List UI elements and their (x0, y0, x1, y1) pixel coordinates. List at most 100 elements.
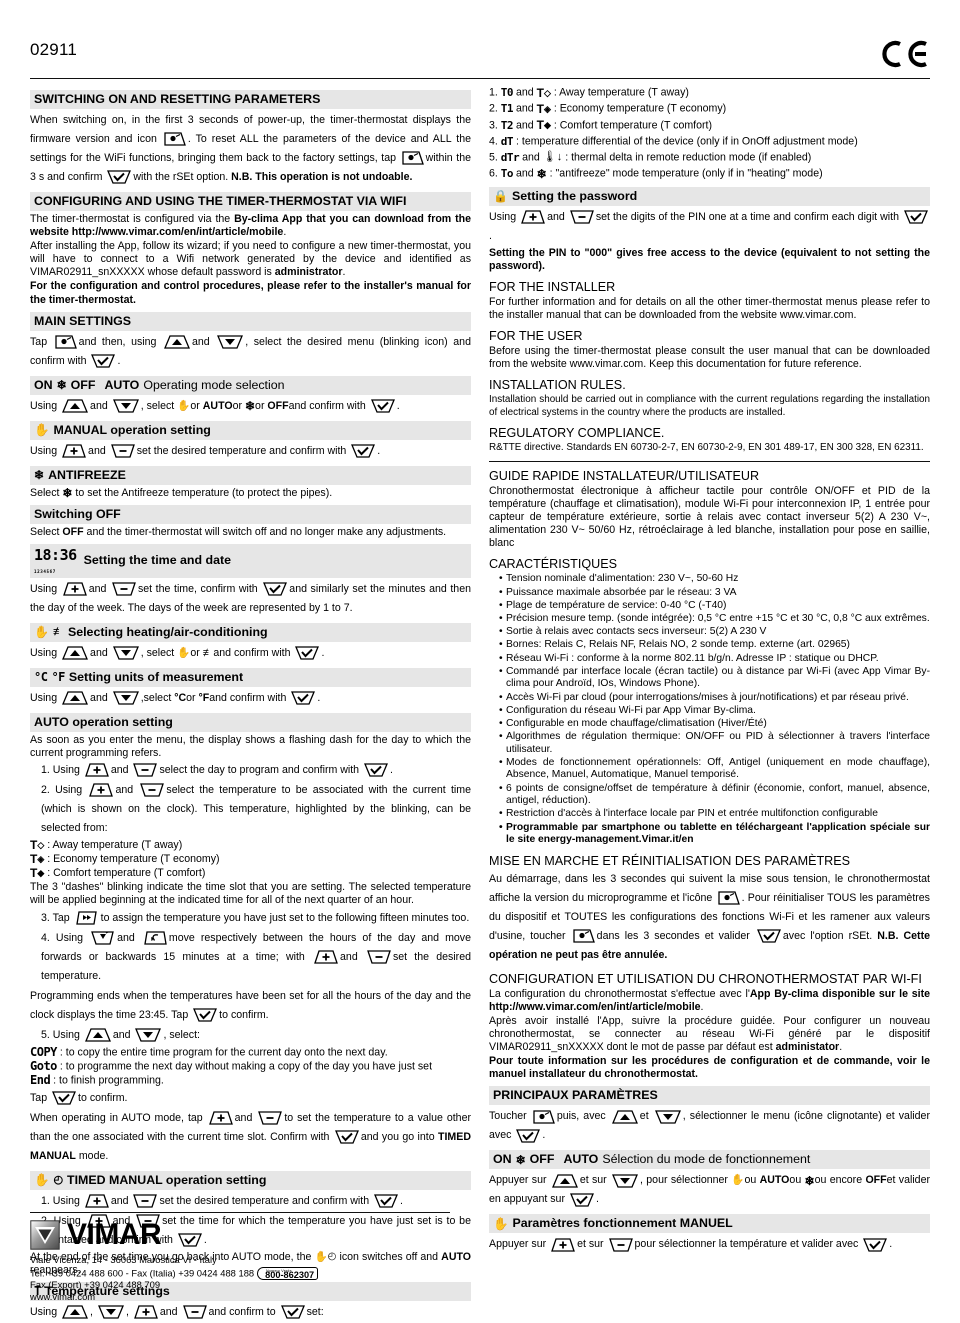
time-date-paragraph: Using and set the time, confirm with and… (30, 582, 471, 614)
hand-icon: ✋ (731, 1174, 745, 1187)
minus-key-icon (258, 1111, 283, 1125)
confirm-key-icon (280, 1305, 305, 1319)
right-column: 1. T0 and T◇ : Away temperature (T away)… (489, 85, 930, 1323)
heating-cooling-paragraph: Using and , select ✋or ≢and confirm with… (30, 646, 325, 660)
left-column: SWITCHING ON AND RESETTING PARAMETERS Wh… (30, 85, 471, 1323)
param-code-lcd: T1 (500, 102, 514, 116)
section-units-header: °C °F Setting units of measurement (30, 667, 471, 687)
list-item: Réseau Wi-Fi : conforme à la norme 802.1… (499, 653, 930, 666)
wifi-key-icon (573, 929, 595, 943)
t-away-symbol: T◇ (536, 85, 551, 100)
plus-key-icon (314, 950, 338, 964)
page-footer: VIMAR Viale Vicenza, 14 - 36063 Marostic… (30, 1212, 450, 1303)
fr-config-paragraph: La configuration du chronothermostat s'e… (489, 987, 930, 1013)
company-website: www.vimar.com (30, 1291, 96, 1303)
configuring-wifi-paragraph: The timer-thermostat is configured via t… (30, 213, 471, 239)
confirm-key-icon (351, 444, 376, 458)
minus-key-icon (608, 1238, 633, 1252)
up-key-icon (84, 1028, 111, 1042)
up-key-icon (62, 1305, 89, 1319)
confirm-key-icon (334, 1130, 359, 1144)
plus-key-icon (62, 444, 86, 458)
fr-section-mode-header: ON ❄ OFF AUTO Sélection du mode de fonct… (489, 1150, 930, 1170)
for-user-paragraph: Before using the timer-thermostat please… (489, 345, 930, 371)
fr-guide-heading: GUIDE RAPIDE INSTALLATEUR/UTILISATEUR (489, 468, 760, 483)
cooling-fan-icon: ≢ (202, 646, 214, 659)
antifreeze-paragraph: Select ❄ to set the Antifreeze temperatu… (30, 485, 333, 500)
auto-step-2: 2. Using and select the temperature to b… (41, 783, 471, 835)
t-comfort-symbol: T◆ (536, 118, 551, 133)
down-key-icon (112, 399, 139, 413)
for-installer-paragraph: For further information and for details … (489, 295, 930, 322)
hand-icon: ✋ (177, 399, 191, 412)
snowflake-icon: ❄ (804, 1173, 815, 1188)
up-key-icon (62, 691, 89, 705)
temp-comfort-line: T◆ : Comfort temperature (T comfort) (30, 866, 206, 881)
snowflake-icon: ❄ (62, 485, 73, 500)
wifi-key-icon (401, 151, 424, 165)
up-key-icon (551, 1174, 578, 1188)
parameter-item: 5. dTr and 🌡↓ : thermal delta in remote … (489, 151, 812, 165)
down-key-icon (97, 1305, 124, 1319)
thermometer-down-icon: 🌡↓ (542, 151, 563, 164)
copy-option-line: COPY : to copy the entire time program f… (30, 1044, 388, 1059)
confirm-key-icon (291, 691, 316, 705)
auto-operation-intro: As soon as you enter the menu, the displ… (30, 733, 471, 759)
hand-icon: ✋ (34, 422, 50, 437)
document-page: 02911 SWITCHING ON AND RESETTING PARAMET… (0, 0, 960, 1319)
down-key-icon (217, 335, 244, 349)
list-item: Accès Wi-Fi par cloud (pour interrogatio… (499, 692, 930, 705)
plus-key-icon (551, 1238, 575, 1252)
copy-lcd-icon: COPY (30, 1044, 57, 1059)
list-item: Algorithmes de régulation thermique: ON/… (499, 731, 930, 756)
temp-economy-line: T◈ : Economy temperature (T economy) (30, 852, 220, 867)
confirm-key-icon (193, 1008, 218, 1022)
minus-key-icon (182, 1305, 207, 1319)
heating-flame-icon: ✋ (34, 625, 49, 640)
up-key-icon (62, 646, 89, 660)
fr-reset-paragraph: Au démarrage, dans les 3 secondes qui su… (489, 872, 931, 961)
list-item: Précision mesure temp. (sonde intégrée):… (499, 613, 930, 626)
regulatory-compliance-heading: REGULATORY COMPLIANCE. (489, 425, 665, 440)
auto-dashes-note: The 3 "dashes" blinking indicate the tim… (30, 881, 471, 907)
fr-section-manuel-header: ✋ Paramètres fonctionnement MANUEL (489, 1214, 930, 1234)
auto-step-4: 4. Using and move respectively between t… (41, 931, 471, 982)
vimar-logomark-icon (30, 1220, 60, 1251)
minus-key-icon (110, 444, 135, 458)
plus-key-icon (84, 763, 109, 777)
auto-step-1: 1. Using and select the day to program a… (41, 763, 393, 777)
plus-key-icon (84, 1194, 109, 1208)
plus-key-icon (208, 1111, 233, 1125)
list-item: Bornes: Relais C, Relais NF, Relais NO, … (499, 639, 930, 652)
minus-key-icon (367, 950, 391, 964)
section-timed-manual-header: ✋ ◴ TIMED MANUAL operation setting (30, 1170, 471, 1190)
vimar-logo: VIMAR (30, 1218, 450, 1252)
confirm-key-icon (107, 170, 132, 184)
list-item: Modes de fonctionnement opérationnels: O… (499, 757, 930, 782)
down-key-icon (112, 691, 139, 705)
minus-key-icon (133, 1194, 158, 1208)
parameter-item: 4. dT : temperature differential of the … (489, 134, 858, 148)
green-number-badge: Numero Verde 800-862307 (257, 1267, 319, 1281)
vimar-wordmark: VIMAR (67, 1218, 162, 1252)
installer-manual-note: For the configuration and control proced… (30, 280, 471, 306)
section-password-header: 🔒 Setting the password (489, 186, 930, 206)
confirm-key-icon (364, 763, 389, 777)
lcd-clock-icon: 18:36 1234567 (34, 546, 77, 574)
section-switching-off-header: Switching OFF (30, 504, 471, 524)
app-wizard-paragraph: After installing the App, follow its wiz… (30, 240, 471, 279)
page-header: 02911 (30, 40, 930, 74)
parameter-item: 3. T2 and T◆ : Comfort temperature (T co… (489, 118, 713, 133)
section-auto-operation-header: AUTO operation setting (30, 712, 471, 732)
minus-key-icon (140, 783, 165, 797)
up-key-icon (62, 399, 89, 413)
section-heating-cooling-header: ✋ ≢ Selecting heating/air-conditioning (30, 622, 471, 642)
auto-step-3: 3. Tap to assign the temperature you hav… (41, 911, 470, 925)
auto-mode-override: When operating in AUTO mode, tap and to … (30, 1111, 471, 1162)
fr-manuel-paragraph: Appuyer sur et sur pour sélectionner la … (489, 1238, 893, 1252)
confirm-key-icon (91, 354, 116, 368)
down-key-icon (112, 646, 139, 660)
regulatory-compliance-paragraph: R&TTE directive. Standards EN 60730-2-7,… (489, 441, 924, 453)
hour-forward-key-icon (91, 931, 115, 945)
list-item: Tension nominale d'alimentation: 230 V~,… (499, 573, 930, 586)
